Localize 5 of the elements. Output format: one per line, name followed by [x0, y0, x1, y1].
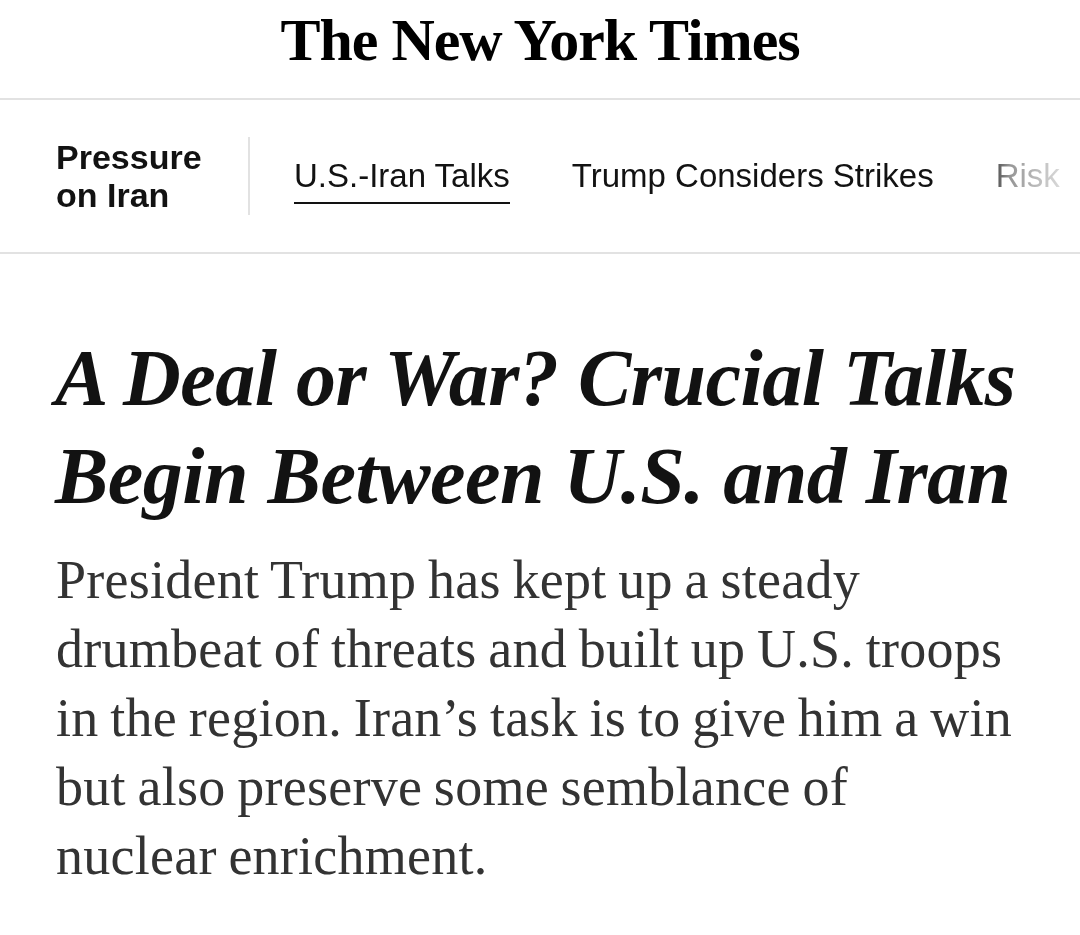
nav-tab[interactable]: Trump Considers Strikes	[571, 156, 934, 204]
masthead-logo[interactable]: The New York Times	[280, 4, 800, 76]
section-label: Pressure on Iran	[56, 138, 203, 214]
article-summary: President Trump has kept up a steady drumbeat of threats and built up U.S. troops in the region. Iran’s task is to give him a win but also preserve some semblance of nuclear enrichment.	[56, 549, 1014, 888]
nav-tab[interactable]: U.S.-Iran Talks	[294, 156, 510, 204]
